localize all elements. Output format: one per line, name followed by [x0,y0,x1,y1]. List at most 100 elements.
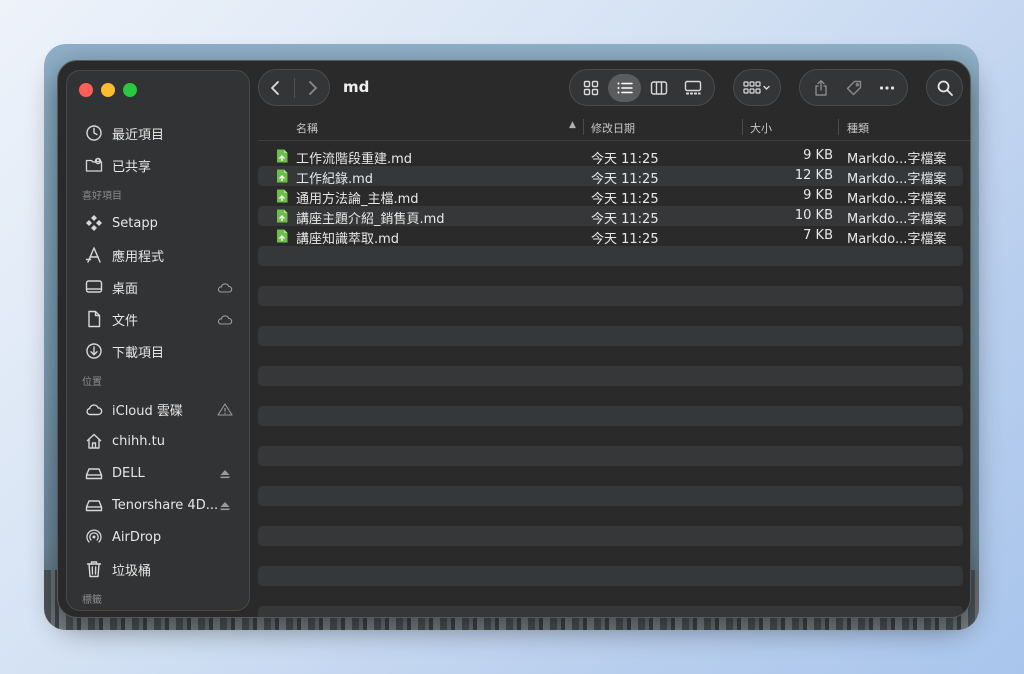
empty-row [258,366,963,386]
sidebar-item-label: Tenorshare 4D... [112,497,219,513]
sidebar-item[interactable]: 最近項目 [67,117,249,149]
file-date: 今天 11:25 [591,232,659,247]
sidebar-item[interactable]: 已共享 [67,149,249,181]
file-row[interactable]: 講座主題介紹_銷售頁.md 今天 11:25 10 KB Markdo...字檔案 [258,206,963,227]
markdown-file-icon [276,169,288,183]
empty-row [258,526,963,546]
eject-icon[interactable] [217,498,233,512]
grid-icon [583,80,598,95]
markdown-file-icon [276,149,288,163]
warning-icon [217,402,233,416]
sidebar-item[interactable]: 垃圾桶 [67,553,249,585]
sidebar-item[interactable]: DELL [67,457,249,489]
columns-icon [650,80,668,95]
markdown-file-icon [276,189,288,203]
tag-button[interactable] [839,74,869,102]
file-kind: Markdo...字檔案 [847,212,947,227]
file-date: 今天 11:25 [591,212,659,227]
column-header: 名稱 ▲ 修改日期 大小 種類 [258,115,970,141]
sidebar-item[interactable]: AirDrop [67,521,249,553]
column-divider[interactable] [838,119,839,135]
sidebar: 最近項目 已共享喜好項目 Setapp 應用程式桌面文件下載項目位置 iCloud 雲碟… [66,70,250,611]
empty-row [258,386,963,406]
desktop-icon [84,277,104,297]
airdrop-icon [84,527,104,547]
file-list: 工作流階段重建.md 今天 11:25 9 KB Markdo...字檔案 工作紀錄.m… [258,146,963,617]
sidebar-item[interactable]: iCloud 雲碟 [67,393,249,425]
empty-row [258,426,963,446]
file-date: 今天 11:25 [591,152,659,167]
empty-row [258,406,963,426]
icloud-icon [217,312,233,326]
markdown-file-icon [276,209,288,223]
minimize-button[interactable] [101,83,115,97]
column-kind-header[interactable]: 種類 [847,120,869,136]
navigation-group [258,69,330,106]
sidebar-item-label: 下載項目 [112,345,165,361]
empty-row [258,546,963,566]
cloud-icon [84,399,104,419]
share-button[interactable] [806,74,836,102]
empty-row [258,266,963,286]
empty-row [258,486,963,506]
sidebar-item-label: 垃圾桶 [112,563,152,579]
sidebar-item[interactable]: 桌面 [67,271,249,303]
sidebar-item[interactable]: 文件 [67,303,249,335]
sidebar-item[interactable]: 下載項目 [67,335,249,367]
sidebar-item[interactable]: 應用程式 [67,239,249,271]
sidebar-section-title: 位置 [82,377,102,388]
file-size: 12 KB [794,168,833,183]
chevron-right-icon [308,80,317,95]
sidebar-item-label: iCloud 雲碟 [112,403,183,419]
toolbar: md [258,69,963,109]
file-name: 工作紀錄.md [296,172,374,187]
column-name-header[interactable]: 名稱 [296,120,318,136]
eject-icon[interactable] [217,466,233,480]
home-icon [84,431,104,451]
file-row[interactable]: 講座知識萃取.md 今天 11:25 7 KB Markdo...字檔案 [258,226,963,247]
sidebar-list: 最近項目 已共享喜好項目 Setapp 應用程式桌面文件下載項目位置 iCloud 雲碟… [67,117,249,610]
column-divider[interactable] [583,119,584,135]
more-button[interactable] [872,74,902,102]
markdown-file-icon [276,229,288,243]
sidebar-item-label: 文件 [112,313,139,329]
file-name: 講座知識萃取.md [296,232,400,247]
sidebar-item[interactable]: chihh.tu [67,425,249,457]
zoom-button[interactable] [123,83,137,97]
setapp-icon [84,213,104,233]
file-kind: Markdo...字檔案 [847,192,947,207]
file-row[interactable]: 工作流階段重建.md 今天 11:25 9 KB Markdo...字檔案 [258,146,963,167]
column-divider[interactable] [742,119,743,135]
empty-row [258,606,963,617]
gallery-view-button[interactable] [677,74,710,102]
close-button[interactable] [79,83,93,97]
trash-icon [84,559,104,579]
file-row[interactable]: 工作紀錄.md 今天 11:25 12 KB Markdo...字檔案 [258,166,963,187]
column-date-header[interactable]: 修改日期 [591,120,635,136]
file-date: 今天 11:25 [591,192,659,207]
icon-view-button[interactable] [574,74,607,102]
sidebar-item-label: chihh.tu [112,433,165,449]
drive-icon [84,463,104,483]
search-button[interactable] [926,69,963,106]
column-size-header[interactable]: 大小 [750,120,772,136]
sidebar-item[interactable]: Setapp [67,207,249,239]
gallery-icon [685,80,702,94]
applications-icon [84,245,104,265]
sidebar-item-label: 應用程式 [112,249,165,265]
file-size: 9 KB [803,188,833,203]
group-grid-icon [743,80,770,94]
group-by-button[interactable] [733,69,781,106]
forward-button[interactable] [294,74,329,102]
sidebar-section-title: 喜好項目 [82,191,122,202]
back-button[interactable] [259,74,294,102]
column-view-button[interactable] [643,74,676,102]
sidebar-item-label: AirDrop [112,529,162,545]
sidebar-item[interactable]: Tenorshare 4D... [67,489,249,521]
file-row[interactable]: 通用方法論_主檔.md 今天 11:25 9 KB Markdo...字檔案 [258,186,963,207]
sidebar-item-label: 桌面 [112,281,139,297]
empty-row [258,246,963,266]
list-view-button[interactable] [608,73,642,102]
finder-window: 最近項目 已共享喜好項目 Setapp 應用程式桌面文件下載項目位置 iCloud 雲碟… [57,60,971,618]
document-icon [84,309,104,329]
